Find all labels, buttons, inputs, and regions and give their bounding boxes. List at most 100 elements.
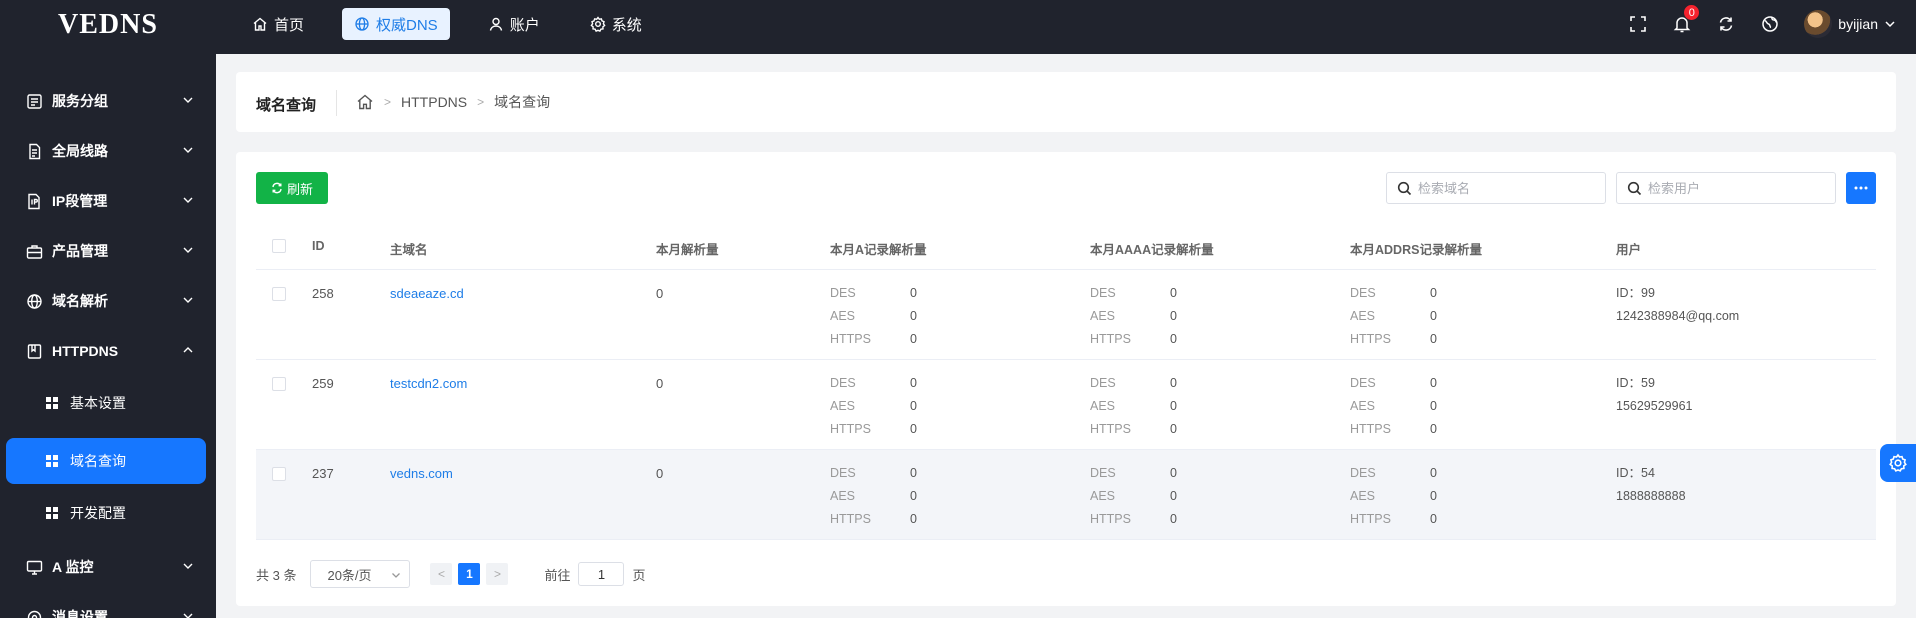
row-a-stats: DES 0 AES 0 HTTPS 0 — [830, 464, 1030, 533]
search-domain-input[interactable] — [1418, 180, 1598, 196]
topnav-home[interactable]: 首页 — [240, 8, 316, 40]
user-icon — [489, 17, 502, 31]
row-checkbox[interactable] — [272, 467, 286, 481]
sidebar-subitem-domain-query[interactable]: 域名查询 — [6, 438, 206, 484]
row-aaaa-stats: DES 0 AES 0 HTTPS 0 — [1090, 464, 1290, 533]
home-icon[interactable] — [356, 93, 374, 111]
stat-value: 0 — [1430, 512, 1437, 526]
stat-value: 0 — [1170, 489, 1177, 503]
stat-label: AES — [1350, 309, 1376, 323]
more-button[interactable] — [1846, 172, 1876, 204]
stat-label: HTTPS — [830, 332, 871, 346]
row-domain-link[interactable]: vedns.com — [390, 466, 453, 481]
stat-value: 0 — [910, 489, 917, 503]
row-user: ID：99 1242388984@qq.com — [1616, 284, 1739, 330]
gear-icon — [590, 16, 606, 32]
stat-value: 0 — [1430, 422, 1437, 436]
topnav-authoritative-dns[interactable]: 权威DNS — [342, 8, 450, 40]
stat-label: HTTPS — [1090, 332, 1131, 346]
sidebar-item-message-settings[interactable]: 消息设置 — [0, 592, 216, 618]
stat-value: 0 — [910, 466, 917, 480]
topnav-account[interactable]: 账户 — [476, 8, 552, 40]
stat-label: AES — [1350, 489, 1376, 503]
row-addrs-stats: DES 0 AES 0 HTTPS 0 — [1350, 284, 1550, 353]
language-button[interactable] — [1760, 14, 1780, 34]
settings-icon — [27, 610, 42, 618]
row-id: 237 — [312, 466, 334, 481]
chevron-up-icon — [183, 347, 193, 353]
stat-value: 0 — [1430, 286, 1437, 300]
chevron-right-icon: > — [384, 95, 392, 109]
sidebar-subitem-dev-config[interactable]: 开发配置 — [6, 490, 206, 536]
stat-label: HTTPS — [830, 512, 871, 526]
row-id: 258 — [312, 286, 334, 301]
pagination: 共 3 条 20条/页 < 1 > 前往 页 — [256, 560, 646, 588]
stat-value: 0 — [1170, 512, 1177, 526]
sidebar-item-product[interactable]: 产品管理 — [0, 226, 216, 276]
topnav-system[interactable]: 系统 — [578, 8, 654, 40]
row-checkbox[interactable] — [272, 287, 286, 301]
row-checkbox[interactable] — [272, 377, 286, 391]
search-domain — [1386, 172, 1606, 204]
sidebar-subitem-basic-settings[interactable]: 基本设置 — [6, 380, 206, 426]
sidebar-item-httpdns[interactable]: HTTPDNS — [0, 326, 216, 376]
row-user: ID：54 1888888888 — [1616, 464, 1686, 510]
sidebar-item-label: 全局线路 — [52, 143, 108, 159]
floating-settings-button[interactable] — [1880, 444, 1916, 482]
notification-button[interactable]: 0 — [1672, 4, 1701, 34]
fullscreen-button[interactable] — [1628, 14, 1648, 34]
next-page-button[interactable]: > — [486, 563, 509, 585]
stat-label: HTTPS — [1350, 512, 1391, 526]
stat-label: AES — [1090, 309, 1116, 323]
sidebar-item-label: 服务分组 — [52, 93, 108, 109]
sidebar-item-service-group[interactable]: 服务分组 — [0, 76, 216, 126]
sidebar-item-domain-resolve[interactable]: 域名解析 — [0, 276, 216, 326]
prev-page-button[interactable]: < — [430, 563, 453, 585]
sidebar-item-label: 产品管理 — [52, 243, 108, 259]
search-user-input[interactable] — [1648, 180, 1828, 196]
stat-label: HTTPS — [1350, 332, 1391, 346]
row-user-id: ID：54 — [1616, 466, 1655, 480]
row-addrs-stats: DES 0 AES 0 HTTPS 0 — [1350, 464, 1550, 533]
stat-label: AES — [1090, 399, 1116, 413]
refresh-button[interactable]: 刷新 — [256, 172, 328, 204]
search-icon — [1397, 181, 1412, 195]
page-size-select[interactable]: 20条/页 — [310, 560, 411, 588]
row-monthly-count: 0 — [656, 466, 664, 481]
monitor-icon — [26, 560, 43, 575]
page-number-current[interactable]: 1 — [458, 563, 481, 585]
row-aaaa-stats: DES 0 AES 0 HTTPS 0 — [1090, 374, 1290, 443]
stat-value: 0 — [1170, 332, 1177, 346]
top-nav: 首页 权威DNS 账户 系统 — [240, 8, 680, 40]
row-domain-link[interactable]: sdeaeaze.cd — [390, 286, 464, 301]
breadcrumb-item-current: 域名查询 — [494, 94, 551, 110]
language-globe-icon — [1762, 16, 1779, 32]
sidebar-item-global-lines[interactable]: 全局线路 — [0, 126, 216, 176]
row-domain-link[interactable]: testcdn2.com — [390, 376, 467, 391]
app-logo[interactable]: VEDNS — [0, 0, 216, 54]
user-menu[interactable]: byijian — [1804, 10, 1896, 38]
page-header: 域名查询 > HTTPDNS > 域名查询 — [236, 72, 1896, 132]
row-user-id: ID：59 — [1616, 376, 1655, 390]
stat-label: DES — [830, 466, 856, 480]
sidebar-item-ip-segment[interactable]: IP段管理 — [0, 176, 216, 226]
stat-value: 0 — [910, 332, 917, 346]
sidebar-item-monitor[interactable]: A 监控 — [0, 542, 216, 592]
stat-value: 0 — [1430, 466, 1437, 480]
ip-icon — [28, 193, 40, 209]
breadcrumb-item[interactable]: HTTPDNS — [401, 94, 467, 110]
goto-page-input[interactable] — [578, 562, 625, 586]
stat-label: DES — [1350, 376, 1376, 390]
stat-value: 0 — [1430, 332, 1437, 346]
stat-value: 0 — [1430, 399, 1437, 413]
topnav-dns-label: 权威DNS — [376, 16, 438, 34]
chevron-down-icon — [183, 563, 193, 569]
table-row: 259 testcdn2.com 0 DES 0 AES 0 HTTPS 0 DES 0… — [256, 360, 1876, 450]
stat-label: AES — [1090, 489, 1116, 503]
sidebar: 服务分组 全局线路 IP段管理 产品管理 域名解析 HTTPDNS 基本设置 域… — [0, 54, 216, 618]
select-all-checkbox[interactable] — [272, 239, 286, 253]
stat-value: 0 — [1170, 376, 1177, 390]
reload-button[interactable] — [1716, 14, 1736, 34]
username: byijian — [1838, 16, 1878, 32]
sidebar-item-label: 域名解析 — [52, 293, 108, 309]
